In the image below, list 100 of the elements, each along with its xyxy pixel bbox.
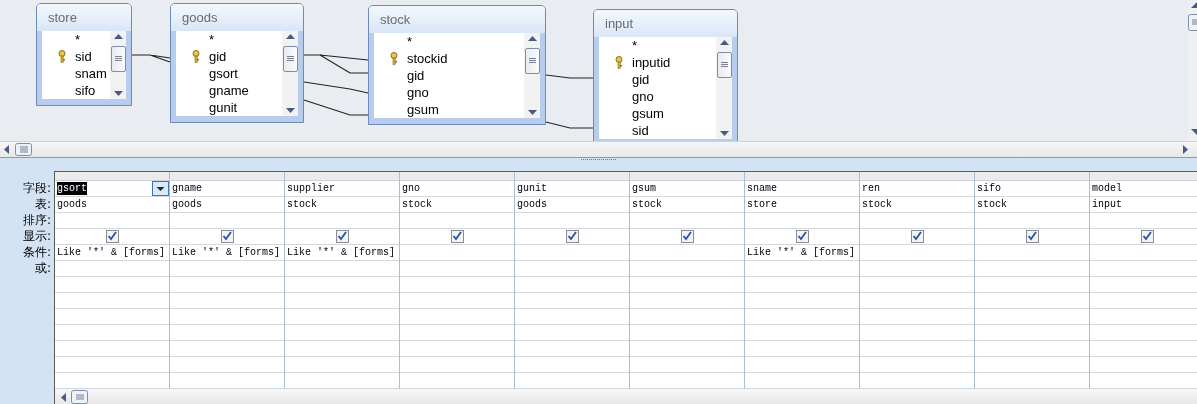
show-checkbox[interactable] xyxy=(335,230,349,243)
field-cell[interactable]: gno xyxy=(400,181,514,197)
show-checkbox[interactable] xyxy=(1025,230,1039,243)
scroll-up-icon[interactable] xyxy=(527,36,537,41)
scrollbar[interactable] xyxy=(282,31,298,116)
field-name[interactable]: sid xyxy=(632,122,649,139)
scroll-down-icon[interactable] xyxy=(285,108,295,113)
criteria-cell[interactable]: Like '*' & [forms] xyxy=(170,245,284,261)
join-line xyxy=(303,99,369,116)
dropdown-button[interactable] xyxy=(152,181,169,196)
table-title: stock xyxy=(380,12,411,27)
field-cell[interactable]: sifo xyxy=(975,181,1089,197)
scroll-left-icon[interactable] xyxy=(61,392,66,402)
show-checkbox[interactable] xyxy=(220,230,234,243)
field-name[interactable]: gsum xyxy=(632,105,664,122)
scroll-down-icon[interactable] xyxy=(113,91,123,96)
field-name[interactable]: * xyxy=(75,31,81,48)
show-checkbox[interactable] xyxy=(795,230,809,243)
row-label: 条件: xyxy=(22,245,51,259)
scroll-thumb[interactable] xyxy=(1188,14,1197,32)
field-name[interactable]: gid xyxy=(407,67,425,84)
show-checkbox[interactable] xyxy=(680,230,694,243)
scrollbar[interactable] xyxy=(716,37,732,139)
table-cell[interactable]: stock xyxy=(400,197,514,213)
scroll-thumb[interactable] xyxy=(71,390,88,404)
join-line xyxy=(545,121,594,129)
scroll-thumb[interactable] xyxy=(524,48,540,74)
table-cell[interactable]: stock xyxy=(860,197,974,213)
join-line xyxy=(303,81,369,94)
table-cell[interactable]: goods xyxy=(515,197,629,213)
field-name[interactable]: gsum xyxy=(407,101,439,118)
key-icon xyxy=(192,50,200,63)
scroll-thumb[interactable] xyxy=(716,52,732,78)
field-name[interactable]: gno xyxy=(632,88,654,105)
field-cell[interactable]: gunit xyxy=(515,181,629,197)
scroll-up-icon[interactable] xyxy=(113,34,123,39)
field-cell[interactable]: supplier xyxy=(285,181,399,197)
table-title: store xyxy=(48,10,77,25)
field-name[interactable]: sifo xyxy=(75,82,96,99)
scroll-down-icon[interactable] xyxy=(527,110,537,115)
show-checkbox[interactable] xyxy=(450,230,464,243)
field-name[interactable]: snam xyxy=(75,65,107,82)
field-name[interactable]: gsort xyxy=(209,65,238,82)
table-title: goods xyxy=(182,10,218,25)
row-label: 字段: xyxy=(22,181,51,195)
join-line xyxy=(303,54,369,74)
show-checkbox[interactable] xyxy=(565,230,579,243)
scroll-down-icon[interactable] xyxy=(719,131,729,136)
table-cell[interactable]: store xyxy=(745,197,859,213)
field-cell[interactable]: gsum xyxy=(630,181,744,197)
scroll-up-icon[interactable] xyxy=(285,34,295,39)
criteria-cell[interactable]: Like '*' & [forms] xyxy=(55,245,169,261)
field-name[interactable]: * xyxy=(632,37,638,54)
show-checkbox[interactable] xyxy=(1140,230,1154,243)
field-name[interactable]: gid xyxy=(209,48,227,65)
field-name[interactable]: * xyxy=(407,33,413,50)
scroll-thumb[interactable] xyxy=(110,46,126,72)
show-checkbox[interactable] xyxy=(105,230,119,243)
row-label: 排序: xyxy=(22,213,51,227)
scrollbar[interactable] xyxy=(0,142,1197,158)
field-name[interactable]: gunit xyxy=(209,99,238,116)
scrollbar[interactable] xyxy=(110,31,126,99)
field-name[interactable]: inputid xyxy=(632,54,671,71)
scroll-thumb[interactable] xyxy=(15,143,32,156)
table-cell[interactable]: goods xyxy=(170,197,284,213)
criteria-cell[interactable]: Like '*' & [forms] xyxy=(745,245,859,261)
join-line xyxy=(545,74,594,79)
criteria-cell[interactable]: Like '*' & [forms] xyxy=(285,245,399,261)
field-name[interactable]: sid xyxy=(75,48,92,65)
scroll-left-icon[interactable] xyxy=(4,145,9,154)
key-icon xyxy=(390,52,398,65)
field-cell[interactable]: gsort xyxy=(55,181,169,197)
field-name[interactable]: stockid xyxy=(407,50,448,67)
field-cell[interactable]: ren xyxy=(860,181,974,197)
table-cell[interactable]: stock xyxy=(975,197,1089,213)
scrollbar[interactable] xyxy=(55,389,1197,404)
table-cell[interactable]: input xyxy=(1090,197,1197,213)
key-icon xyxy=(58,50,66,63)
scroll-right-icon[interactable] xyxy=(1183,145,1188,154)
join-line xyxy=(131,54,171,63)
show-checkbox[interactable] xyxy=(910,230,924,243)
scrollbar[interactable] xyxy=(1188,0,1197,141)
table-title: input xyxy=(605,16,634,31)
row-label: 显示: xyxy=(22,229,51,243)
field-cell[interactable]: model xyxy=(1090,181,1197,197)
field-name[interactable]: gno xyxy=(407,84,429,101)
field-cell[interactable]: gname xyxy=(170,181,284,197)
field-name[interactable]: gid xyxy=(632,71,650,88)
splitter-grip-icon[interactable] xyxy=(580,158,617,161)
table-cell[interactable]: stock xyxy=(630,197,744,213)
field-name[interactable]: gname xyxy=(209,82,249,99)
scroll-thumb[interactable] xyxy=(282,46,298,72)
scrollbar[interactable] xyxy=(524,33,540,118)
field-name[interactable]: * xyxy=(209,31,215,48)
table-cell[interactable]: goods xyxy=(55,197,169,213)
row-label: 表: xyxy=(34,197,51,211)
table-cell[interactable]: stock xyxy=(285,197,399,213)
field-cell[interactable]: sname xyxy=(745,181,859,197)
row-label: 或: xyxy=(34,261,51,275)
scroll-up-icon[interactable] xyxy=(719,40,729,45)
